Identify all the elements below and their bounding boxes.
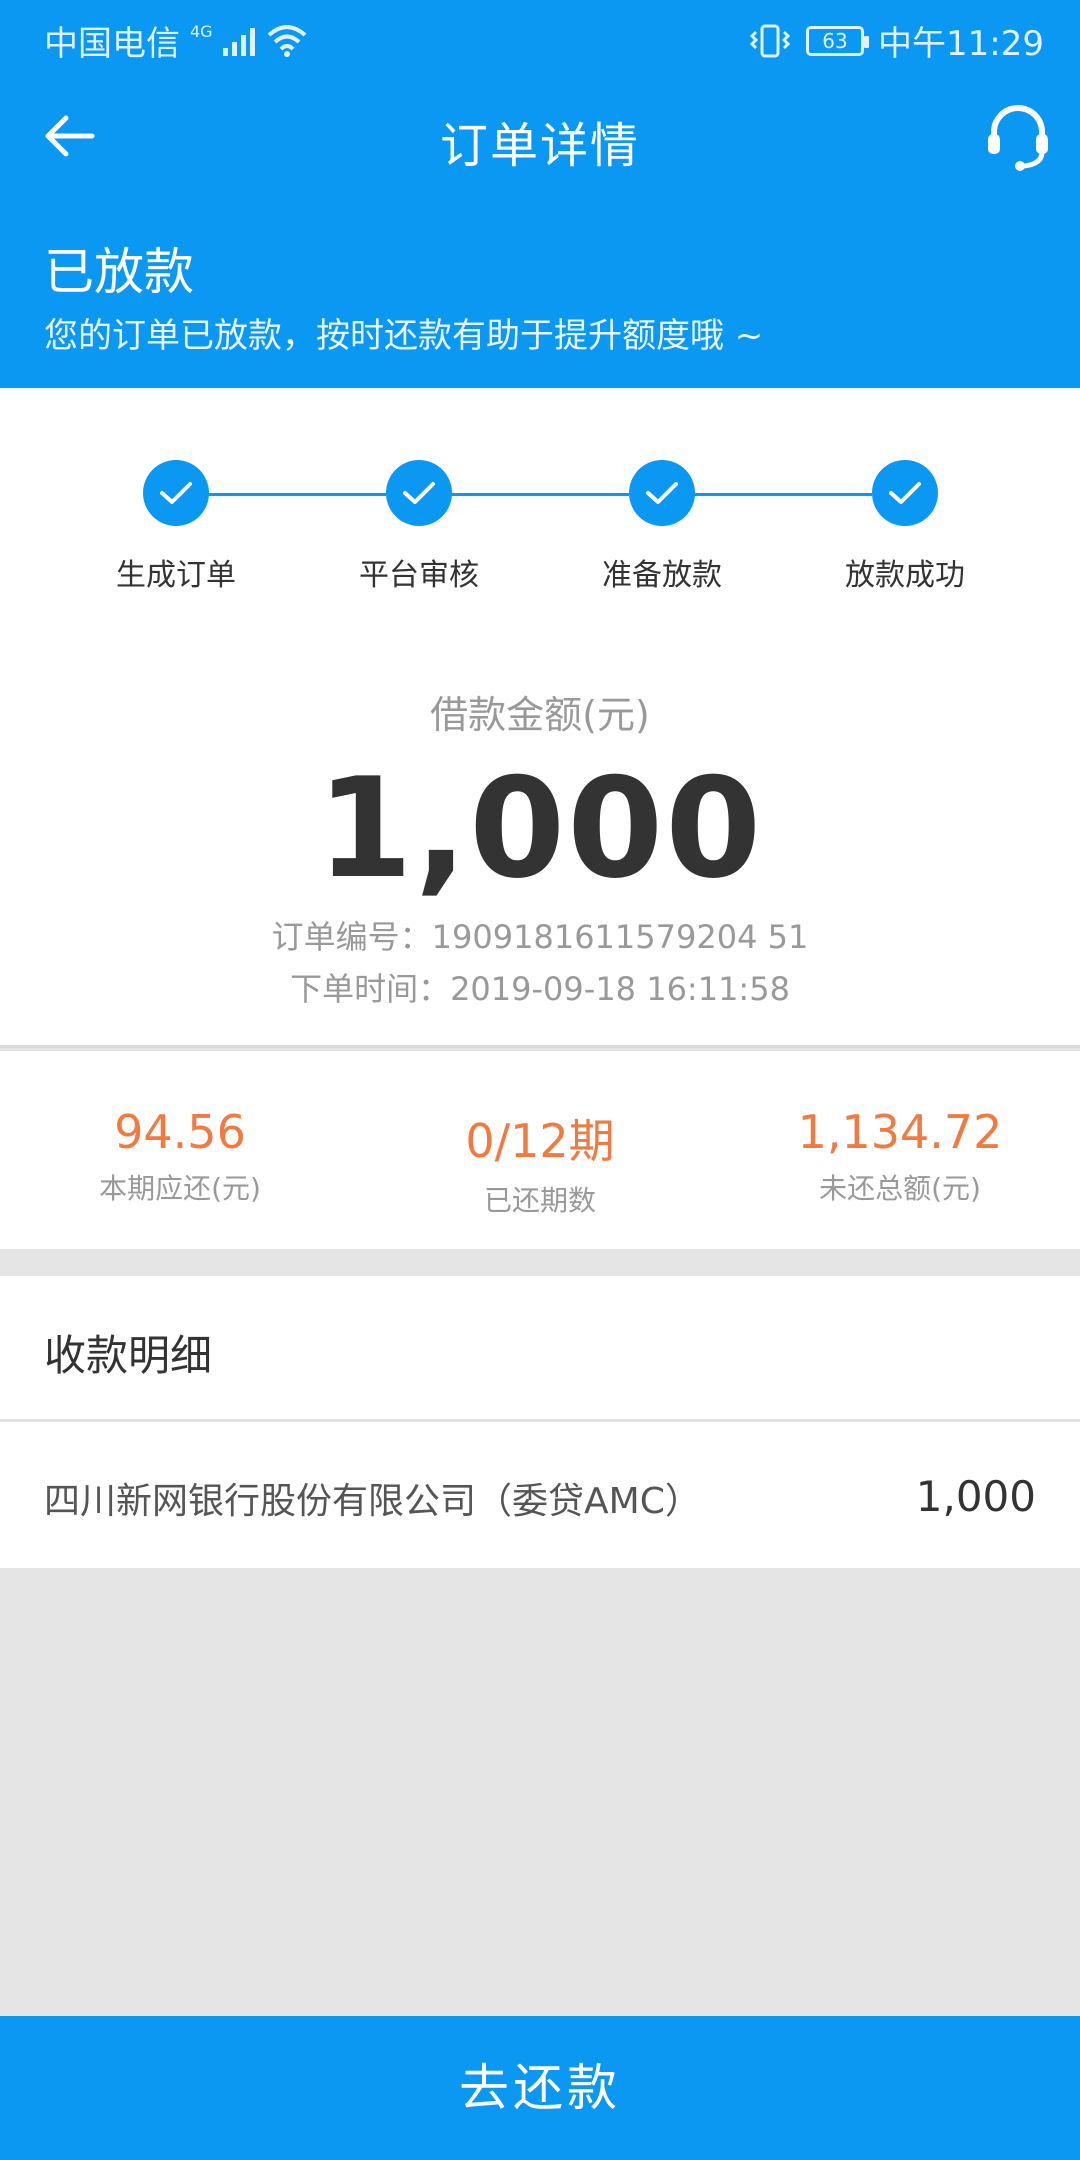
vibrate-icon	[749, 24, 791, 57]
loan-amount-label: 借款金额(元)	[430, 693, 650, 737]
check-icon	[872, 460, 938, 526]
stat-label: 未还总额(元)	[819, 1172, 981, 1205]
receipt-row: 四川新网银行股份有限公司（委贷AMC） 1,000	[0, 1422, 1080, 1568]
stat-value: 0/12期	[465, 1114, 615, 1168]
page-title: 订单详情	[439, 118, 640, 174]
nav-bar: 订单详情	[0, 76, 1080, 196]
order-status-title: 已放款	[44, 243, 194, 301]
order-status-header: 已放款 您的订单已放款，按时还款有助于提升额度哦 ~	[0, 196, 1080, 388]
progress-stepper: 生成订单 平台审核 准备放款 放款成功	[0, 460, 1080, 600]
stat-periods-paid: 0/12期 已还期数	[360, 1051, 720, 1249]
stat-label: 已还期数	[483, 1184, 596, 1217]
receipt-payee: 四川新网银行股份有限公司（委贷AMC）	[44, 1481, 701, 1522]
status-bar: 中国电信 4G 63 中午11:29	[0, 0, 1080, 76]
order-time: 下单时间：2019-09-18 16:11:58	[290, 970, 790, 1008]
step-item: 平台审核	[319, 460, 519, 594]
step-label: 准备放款	[602, 558, 722, 593]
stat-value: 1,134.72	[797, 1105, 1003, 1159]
stat-label: 本期应还(元)	[99, 1172, 261, 1205]
step-item: 准备放款	[562, 460, 762, 594]
receipt-title: 收款明细	[44, 1331, 213, 1380]
order-number: 订单编号：1909181611579204 51	[271, 918, 809, 956]
check-icon	[386, 460, 452, 526]
step-label: 生成订单	[116, 558, 236, 593]
time-label: 中午11:29	[878, 24, 1044, 64]
receipt-section-header: 收款明细	[0, 1276, 1080, 1422]
battery-icon: 63	[806, 25, 870, 56]
customer-service-button[interactable]	[980, 98, 1056, 174]
network-label: 4G	[190, 22, 213, 41]
check-icon	[143, 460, 209, 526]
status-right: 63 中午11:29	[748, 16, 1044, 65]
check-icon	[629, 460, 695, 526]
step-item: 生成订单	[76, 460, 276, 594]
status-left: 中国电信 4G	[44, 16, 307, 65]
headset-icon	[988, 105, 1048, 171]
loan-amount: 1,000	[316, 748, 764, 909]
carrier-label: 中国电信	[44, 24, 180, 64]
stat-remaining-total: 1,134.72 未还总额(元)	[720, 1051, 1080, 1249]
order-summary-card: 生成订单 平台审核 准备放款 放款成功 借款金额(元) 1,000 订单编号：1…	[0, 388, 1080, 1048]
step-label: 平台审核	[359, 558, 479, 593]
repayment-stats: 94.56 本期应还(元) 0/12期 已还期数 1,134.72 未还总额(元…	[0, 1051, 1080, 1249]
wifi-icon	[267, 24, 306, 57]
step-item: 放款成功	[805, 460, 1005, 594]
signal-icon	[222, 27, 255, 56]
stat-current-due: 94.56 本期应还(元)	[0, 1051, 360, 1249]
stat-value: 94.56	[114, 1105, 246, 1159]
step-label: 放款成功	[845, 558, 965, 593]
repay-button[interactable]: 去还款	[0, 2016, 1080, 2160]
receipt-amount: 1,000	[915, 1472, 1036, 1521]
order-status-message: 您的订单已放款，按时还款有助于提升额度哦 ~	[44, 316, 764, 356]
